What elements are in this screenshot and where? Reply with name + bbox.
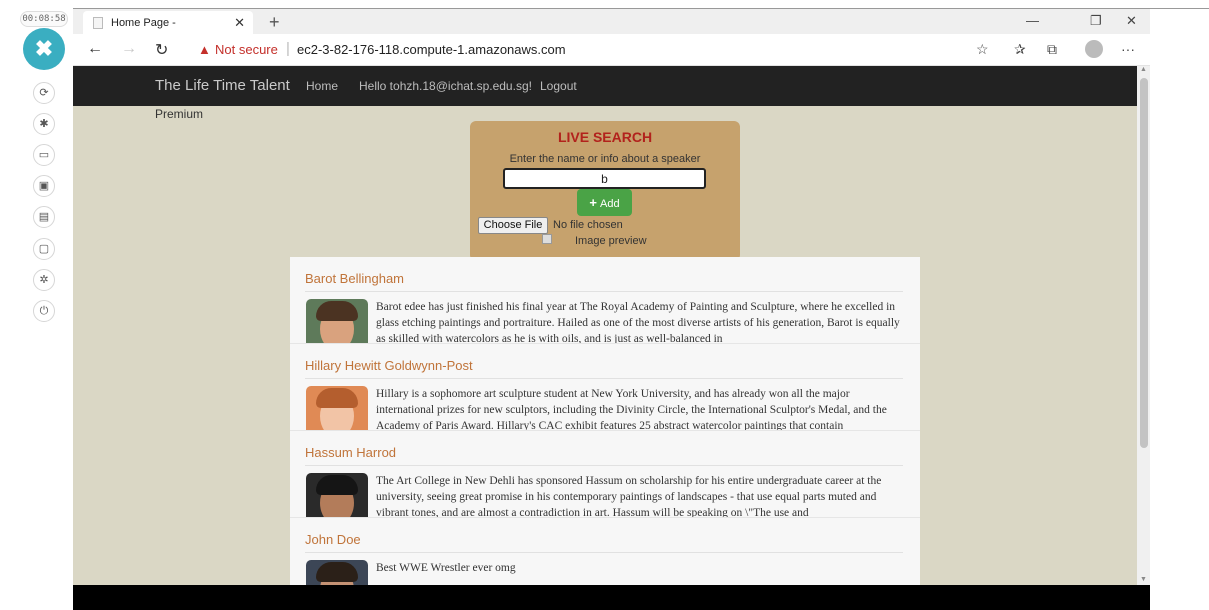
speaker-photo (306, 299, 368, 343)
live-search-input[interactable] (503, 168, 706, 189)
recording-timer: 00:08:58 (20, 11, 68, 27)
favorites-icon[interactable]: ✰ (1014, 41, 1026, 58)
more-icon[interactable]: ··· (1121, 41, 1135, 57)
forward-icon[interactable]: → (121, 40, 137, 58)
hair-shape (316, 562, 358, 582)
sync-icon[interactable]: ⟳ (33, 82, 55, 104)
divider (1150, 8, 1209, 9)
speaker-item[interactable]: Hassum Harrod The Art College in New Deh… (290, 431, 920, 518)
live-search-hint: Enter the name or info about a speaker (509, 153, 701, 165)
divider (305, 291, 903, 292)
hair-shape (316, 301, 358, 321)
speaker-name[interactable]: Hassum Harrod (305, 445, 396, 460)
speaker-name[interactable]: John Doe (305, 532, 361, 547)
screen-icon[interactable]: ▤ (33, 206, 55, 228)
add-label: Add (600, 198, 620, 210)
folder-icon[interactable]: ▢ (33, 238, 55, 260)
nav-user-greeting[interactable]: Hello tohzh.18@ichat.sp.edu.sg! (359, 79, 532, 93)
star-icon[interactable]: ☆ (976, 41, 989, 58)
plus-icon: + (589, 195, 597, 210)
minimize-icon[interactable]: — (1026, 13, 1039, 28)
url-separator: | (286, 40, 290, 57)
speaker-results-list: Barot Bellingham Barot edee has just fin… (290, 257, 920, 585)
refresh-icon[interactable]: ↻ (155, 40, 168, 60)
scroll-down-icon[interactable]: ▼ (1140, 576, 1147, 583)
camera-icon[interactable]: ▭ (33, 144, 55, 166)
restore-icon[interactable]: ❐ (1090, 13, 1102, 29)
speaker-item[interactable]: Hillary Hewitt Goldwynn-Post Hillary is … (290, 344, 920, 431)
new-tab-icon[interactable]: + (269, 11, 280, 33)
broken-image-icon (542, 234, 552, 244)
speaker-photo (306, 473, 368, 517)
stop-recording-button[interactable]: ✖ (23, 28, 65, 70)
bug-icon[interactable]: ✱ (33, 113, 55, 135)
site-brand[interactable]: The Life Time Talent (155, 77, 290, 94)
close-tab-icon[interactable]: ✕ (234, 11, 245, 35)
profile-avatar-icon[interactable] (1085, 40, 1103, 58)
gear-icon[interactable]: ✲ (33, 269, 55, 291)
file-status: No file chosen (553, 219, 623, 231)
speaker-bio: Hillary is a sophomore art sculpture stu… (376, 388, 887, 431)
nav-home-link[interactable]: Home (306, 79, 338, 93)
divider (305, 552, 903, 553)
tab-strip: Home Page - csc_assignment_2 ✕ + — ❐ ✕ (73, 8, 1150, 53)
close-window-icon[interactable]: ✕ (1126, 13, 1137, 29)
divider (305, 465, 903, 466)
premium-link[interactable]: Premium (155, 107, 203, 121)
live-search-title: LIVE SEARCH (557, 129, 653, 145)
site-navbar: The Life Time Talent Home Hello tohzh.18… (73, 66, 1137, 106)
scrollbar-thumb[interactable] (1140, 78, 1148, 448)
live-search-panel: LIVE SEARCH Enter the name or info about… (470, 121, 740, 261)
hair-shape (316, 388, 358, 408)
speaker-name[interactable]: Hillary Hewitt Goldwynn-Post (305, 358, 473, 373)
speaker-bio: Barot edee has just finished his final y… (376, 301, 900, 344)
page-scrollbar[interactable]: ▲ ▼ (1137, 66, 1150, 585)
clipboard-icon[interactable]: ▣ (33, 175, 55, 197)
address-bar: ← → ↻ ▲ Not secure | ec2-3-82-176-118.co… (73, 34, 1150, 66)
speaker-photo (306, 386, 368, 430)
speaker-bio: Best WWE Wrestler ever omg (376, 562, 516, 574)
tab-home-page[interactable]: Home Page - csc_assignment_2 ✕ (83, 11, 253, 53)
speaker-bio: The Art College in New Dehli has sponsor… (376, 475, 882, 518)
back-icon[interactable]: ← (87, 40, 103, 58)
hair-shape (316, 475, 358, 495)
image-preview-alt: Image preview (575, 235, 647, 247)
security-status[interactable]: Not secure (215, 42, 278, 57)
power-icon[interactable]: ⏻ (33, 300, 55, 322)
add-speaker-button[interactable]: + Add (577, 189, 632, 216)
speaker-item[interactable]: Barot Bellingham Barot edee has just fin… (290, 257, 920, 344)
page-viewport: The Life Time Talent Home Hello tohzh.18… (73, 66, 1137, 585)
bottom-bar (73, 585, 1150, 610)
url-field[interactable]: ec2-3-82-176-118.compute-1.amazonaws.com (297, 42, 566, 57)
speaker-photo (306, 560, 368, 585)
choose-file-button[interactable]: Choose File (478, 217, 548, 234)
scroll-up-icon[interactable]: ▲ (1140, 66, 1147, 73)
nav-logout-link[interactable]: Logout (540, 79, 577, 93)
warning-icon[interactable]: ▲ (198, 42, 211, 57)
collections-icon[interactable]: ⧉ (1047, 41, 1057, 58)
speaker-item[interactable]: John Doe Best WWE Wrestler ever omg (290, 518, 920, 585)
speaker-name[interactable]: Barot Bellingham (305, 271, 404, 286)
divider (305, 378, 903, 379)
page-favicon-icon (93, 17, 103, 29)
